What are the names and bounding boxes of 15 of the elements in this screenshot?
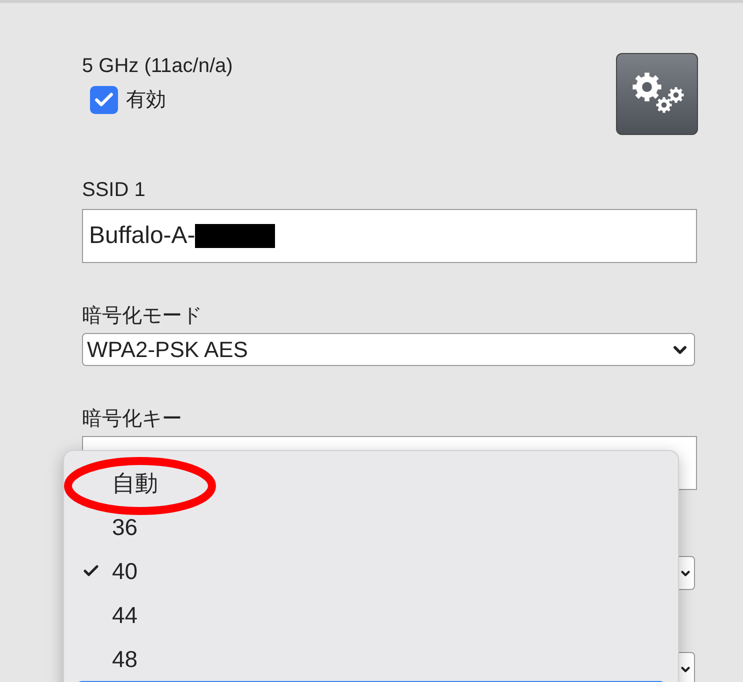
enabled-checkbox[interactable] [90,86,118,114]
channel-option[interactable]: 40 [76,549,666,593]
channel-option[interactable]: 36 [76,505,666,549]
ssid-value: Buffalo-A- [89,221,196,251]
settings-button[interactable] [616,53,698,135]
band-title: 5 GHz (11ac/n/a) [82,54,233,79]
encryption-mode-label: 暗号化モード [82,304,203,329]
enabled-label: 有効 [126,88,166,113]
channel-option[interactable]: 48 [76,637,666,681]
encryption-key-label: 暗号化キー [82,407,183,432]
channel-option[interactable]: 自動 [76,461,666,505]
ssid-field[interactable]: Buffalo-A- [82,209,697,263]
channel-option[interactable]: 44 [76,593,666,637]
ssid-label: SSID 1 [82,178,146,203]
encryption-mode-select[interactable]: WPA2-PSK AES [82,333,695,366]
